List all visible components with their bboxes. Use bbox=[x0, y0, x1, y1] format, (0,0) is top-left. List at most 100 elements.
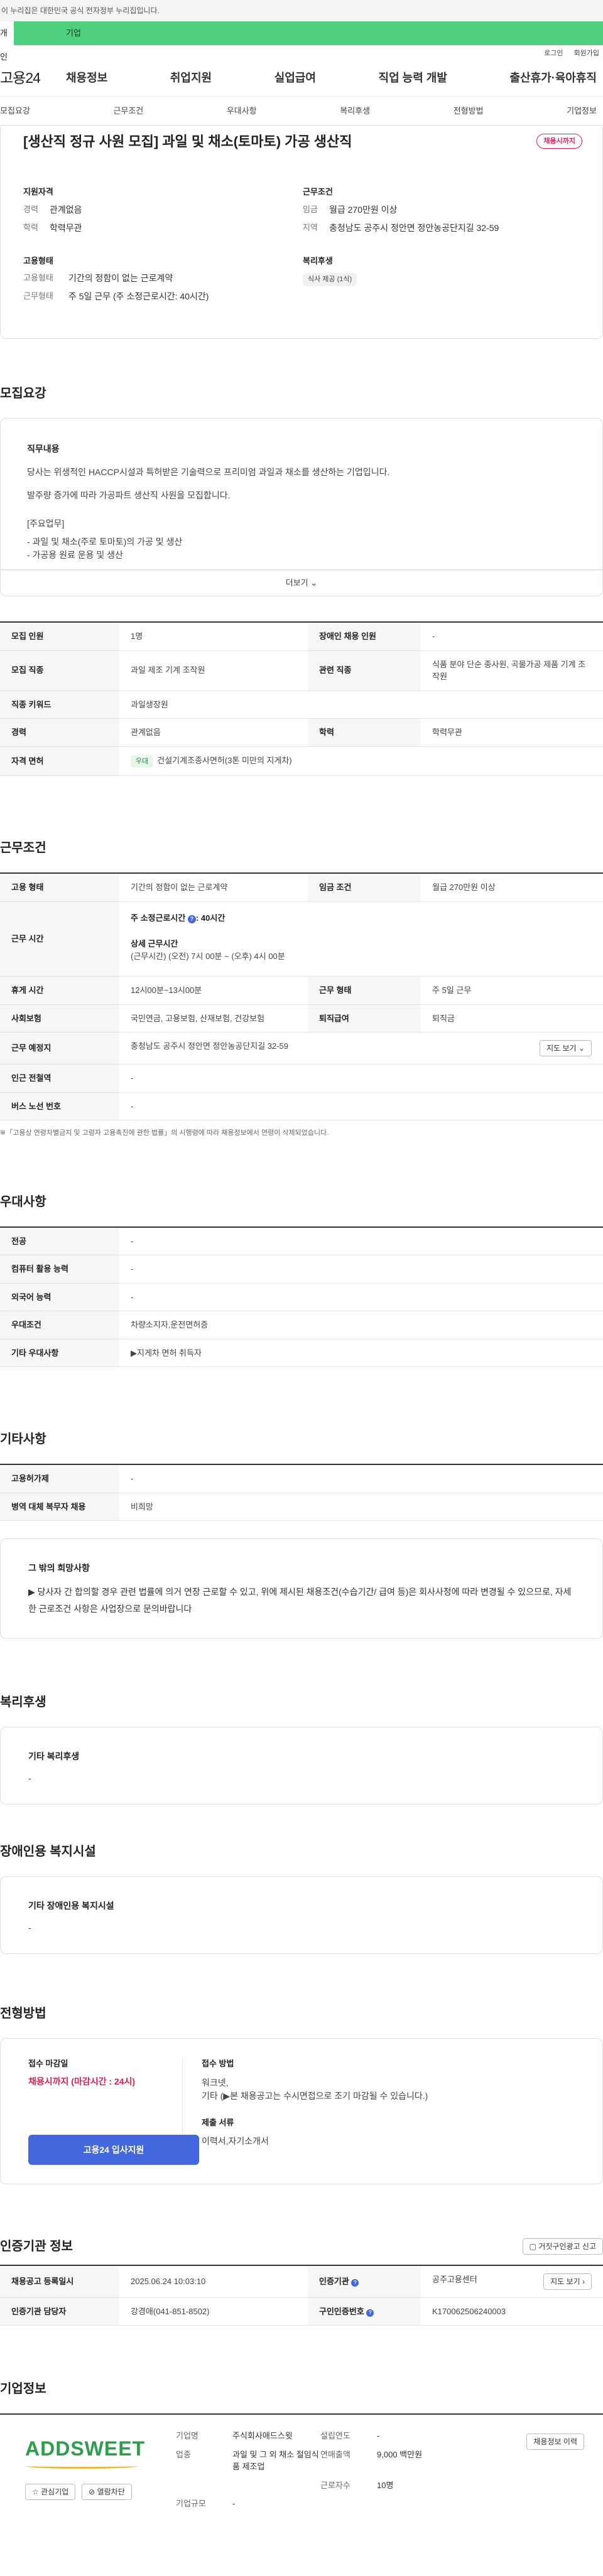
history-button[interactable]: 채용정보 이력 bbox=[526, 2434, 584, 2450]
table-row: 버스 노선 번호 - bbox=[0, 1092, 603, 1120]
table-cell: K170062506240003 bbox=[421, 2297, 603, 2326]
table-header: 직종 키워드 bbox=[0, 690, 119, 719]
cert-table: 채용공고 등록일시 2025.06.24 10:03:10 인증기관 ? 공주고… bbox=[0, 2264, 603, 2326]
table-row: 고용허가제 - bbox=[0, 1464, 603, 1493]
table-row: 모집 직종 과일 제조 기계 조작원 관련 직종 식품 분야 단순 종사원, 곡… bbox=[0, 650, 603, 691]
hope-heading: 그 밖의 희망사항 bbox=[28, 1563, 90, 1573]
table-cell: 기간의 정함이 없는 근로계약 bbox=[119, 873, 308, 902]
company-logo: ADDSWEET bbox=[25, 2437, 146, 2461]
section-nav-pref[interactable]: 우대사항 bbox=[227, 105, 257, 117]
table-cell: ▶지게차 면허 취득자 bbox=[119, 1339, 603, 1367]
qualification-heading: 지원자격 bbox=[23, 187, 53, 196]
main-nav-leave[interactable]: 출산휴가·육아휴직 bbox=[510, 70, 597, 87]
other-title: 기타사항 bbox=[0, 1432, 46, 1446]
cert-title: 인증기관 정보 bbox=[0, 2239, 73, 2253]
welfare-block: 복리후생 식사 제공 (1식) bbox=[303, 255, 582, 309]
table-row: 전공 - bbox=[0, 1226, 603, 1255]
section-nav-work[interactable]: 근무조건 bbox=[113, 105, 143, 117]
label: 학력 bbox=[23, 222, 38, 232]
table-cell: 공주고용센터 지도 보기 › bbox=[421, 2265, 603, 2298]
map-button-label: 지도 보기 bbox=[546, 1044, 577, 1053]
table-header: 관련 직종 bbox=[308, 650, 421, 691]
table-row: 직종 키워드 과일생장원 bbox=[0, 690, 603, 719]
label: 고용형태 bbox=[23, 273, 53, 282]
map-button[interactable]: 지도 보기 › bbox=[543, 2273, 592, 2290]
table-header: 모집 인원 bbox=[0, 622, 119, 651]
table-cell: 국민연금, 고용보험, 산재보험, 건강보험 bbox=[119, 1004, 308, 1033]
main-nav-support[interactable]: 취업지원 bbox=[170, 70, 212, 87]
table-header: 인근 전철역 bbox=[0, 1064, 119, 1093]
info-icon[interactable]: ? bbox=[187, 915, 196, 923]
table-row: 인근 전철역 - bbox=[0, 1064, 603, 1093]
work-section: 근무조건 고용 형태 기간의 정함이 없는 근로계약 임금 조건 월급 270만… bbox=[0, 839, 603, 1139]
table-cell: 강경애(041-851-8502) bbox=[119, 2297, 308, 2326]
work-table: 고용 형태 기간의 정함이 없는 근로계약 임금 조건 월급 270만원 이상 … bbox=[0, 872, 603, 1120]
condition-heading: 근무조건 bbox=[303, 187, 333, 196]
block-label: 열람차단 bbox=[97, 2487, 125, 2497]
welfare-section: 복리후생 기타 복리후생 - bbox=[0, 1693, 603, 1805]
apply-button[interactable]: 고용24 입사지원 bbox=[28, 2134, 199, 2165]
main-nav-recruit[interactable]: 채용정보 bbox=[66, 70, 107, 87]
main-nav: 채용정보 취업지원 실업급여 직업 능력 개발 출산휴가·육아휴직 bbox=[66, 70, 603, 87]
map-button-label: 지도 보기 bbox=[550, 2277, 580, 2286]
section-nav-recruit[interactable]: 모집요강 bbox=[0, 105, 30, 117]
table-header: 고용 형태 bbox=[0, 873, 119, 902]
block-button[interactable]: ⊘ 열람차단 bbox=[82, 2484, 132, 2501]
info-icon[interactable]: ? bbox=[366, 2309, 374, 2317]
desc-line: - 과일 및 채소(주로 토마토)의 가공 및 생산 bbox=[27, 537, 183, 547]
tab-individual[interactable]: 개인 bbox=[0, 21, 14, 62]
work-detail-heading: 상세 근무시간 bbox=[131, 939, 178, 948]
disabled-heading: 기타 장애인용 복지시설 bbox=[28, 1901, 114, 1911]
report-icon: ▢ bbox=[529, 2241, 536, 2251]
org-label: 인증기관 bbox=[319, 2276, 349, 2286]
value: 주 5일 근무 (주 소정근로시간: 40시간) bbox=[68, 291, 209, 301]
table-header: 인증기관 담당자 bbox=[0, 2297, 119, 2326]
gov-banner: 이 누리집은 대한민국 공식 전자정부 누리집입니다. bbox=[0, 0, 603, 21]
tab-enterprise[interactable]: 기업 bbox=[66, 21, 81, 45]
qualification-block: 지원자격 경력 관계없음 학력 학력무관 bbox=[23, 186, 303, 240]
table-header: 기타 우대사항 bbox=[0, 1339, 119, 1367]
table-header: 채용공고 등록일시 bbox=[0, 2265, 119, 2298]
method-value: 기타 (▶본 채용공고는 수시면접으로 조기 마감될 수 있습니다.) bbox=[202, 2090, 428, 2101]
welfare-value: - bbox=[28, 1773, 31, 1784]
login-link[interactable]: 로그인 bbox=[544, 50, 563, 57]
section-nav-welfare[interactable]: 복리후생 bbox=[340, 105, 370, 117]
table-header: 퇴직급여 bbox=[308, 1004, 421, 1033]
more-button[interactable]: 더보기 ⌄ bbox=[0, 570, 603, 596]
site-logo[interactable]: 고용24 bbox=[0, 67, 66, 89]
condition-block: 근무조건 임금 월급 270만원 이상 지역 충청남도 공주시 정안면 정안농공단지… bbox=[303, 186, 582, 240]
value: 학력무관 bbox=[50, 222, 82, 233]
info-icon[interactable]: ? bbox=[351, 2278, 359, 2287]
method-label: 접수 방법 bbox=[202, 2059, 234, 2069]
company-title: 기업정보 bbox=[0, 2382, 46, 2396]
table-cell: - bbox=[119, 1226, 603, 1255]
section-nav-company[interactable]: 기업정보 bbox=[567, 105, 597, 117]
main-nav-benefit[interactable]: 실업급여 bbox=[274, 70, 316, 87]
value: 10명 bbox=[377, 2480, 394, 2490]
table-row: 외국어 능력 - bbox=[0, 1283, 603, 1311]
work-title: 근무조건 bbox=[0, 841, 46, 855]
table-header: 휴게 시간 bbox=[0, 976, 119, 1005]
disabled-title: 장애인용 복지시설 bbox=[0, 1845, 96, 1859]
cert-section: 인증기관 정보 ▢ 거짓구인광고 신고 채용공고 등록일시 2025.06.24… bbox=[0, 2237, 603, 2326]
table-cell: - bbox=[119, 1064, 603, 1093]
welfare-card: 기타 복리후생 - bbox=[0, 1727, 603, 1805]
report-button[interactable]: ▢ 거짓구인광고 신고 bbox=[522, 2238, 603, 2255]
section-nav-process[interactable]: 전형방법 bbox=[454, 105, 484, 117]
join-link[interactable]: 회원가입 bbox=[574, 50, 599, 57]
table-row: 사회보험 국민연금, 고용보험, 산재보험, 건강보험 퇴직급여 퇴직금 bbox=[0, 1004, 603, 1033]
map-button[interactable]: 지도 보기 ⌄ bbox=[540, 1040, 592, 1056]
table-row: 우대조건 차량소지자,운전면허증 bbox=[0, 1311, 603, 1339]
table-cell: 2025.06.24 10:03:10 bbox=[119, 2265, 308, 2298]
hope-text: ▶ 당사자 간 합의할 경우 관련 법률에 의거 연장 근로할 수 있고, 위에… bbox=[28, 1587, 572, 1614]
main-nav-training[interactable]: 직업 능력 개발 bbox=[379, 70, 447, 87]
other-table: 고용허가제 - 병역 대체 복무자 채용 비희망 bbox=[0, 1464, 603, 1521]
block-icon: ⊘ bbox=[89, 2487, 95, 2497]
company-section: 기업정보 ADDSWEET ☆ 관심기업 ⊘ 열람차단 기업명 주식회사애드스윗 설… bbox=[0, 2380, 603, 2523]
table-cell: - bbox=[119, 1092, 603, 1120]
method-block: 접수 방법 워크넷, 기타 (▶본 채용공고는 수시면접으로 조기 마감될 수 … bbox=[183, 2058, 428, 2165]
pref-title: 우대사항 bbox=[0, 1194, 46, 1209]
table-header: 고용허가제 bbox=[0, 1464, 119, 1493]
favorite-button[interactable]: ☆ 관심기업 bbox=[25, 2484, 76, 2501]
